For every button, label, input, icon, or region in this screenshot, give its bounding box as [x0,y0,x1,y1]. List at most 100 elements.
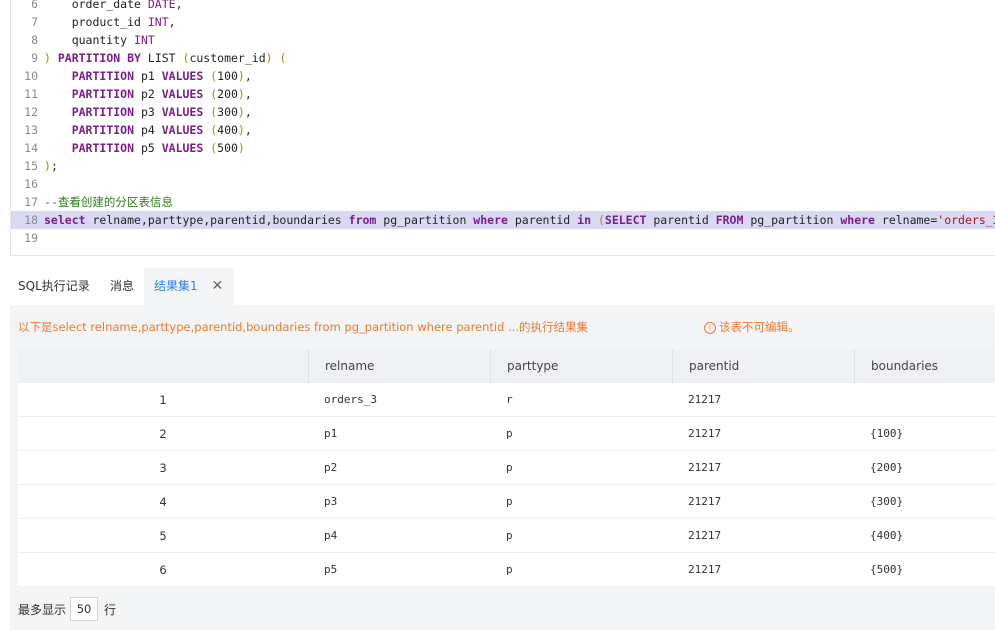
code-token: ) [44,51,51,65]
header-row-number[interactable] [18,349,324,383]
cell-parttype[interactable]: p [490,417,672,450]
cell-boundaries[interactable]: {200} [854,451,995,484]
code-line[interactable]: 18 select relname,parttype,parentid,bound… [11,211,995,229]
header-relname[interactable]: relname [308,349,491,383]
close-icon[interactable]: ✕ [211,278,223,294]
cell-row-number[interactable]: 5 [18,519,308,552]
code-token: 400 [217,123,238,137]
line-number: 7 [31,15,38,29]
cell-row-number[interactable]: 2 [18,417,308,450]
code-token: relname= [874,213,938,227]
table-row[interactable]: 5 p4 p 21217 {400} [18,519,995,553]
cell-relname[interactable]: p2 [308,451,490,484]
code-token: FROM [715,213,744,227]
code-line[interactable]: 11 PARTITION p2 VALUES (200), [11,85,995,103]
code-token: --查看创建的分区表信息 [44,195,173,209]
code-token: p1 [134,69,162,83]
code-token: PARTITION [71,141,135,155]
cell-row-number[interactable]: 3 [18,451,308,484]
line-number: 15 [24,159,38,173]
code-line[interactable]: 7 product_id INT, [11,13,995,31]
header-parttype[interactable]: parttype [490,349,673,383]
line-number: 11 [24,87,38,101]
cell-parttype[interactable]: p [490,553,672,586]
cell-relname[interactable]: orders_3 [308,383,490,416]
result-panel: 以下是select relname,parttype,parentid,boun… [10,305,995,630]
tab-sql-log[interactable]: SQL执行记录 [10,268,98,305]
line-number: 17 [24,195,38,209]
cell-relname[interactable]: p1 [308,417,490,450]
table-row[interactable]: 4 p3 p 21217 {300} [18,485,995,519]
cell-row-number[interactable]: 1 [18,383,308,416]
code-token: ) [237,87,245,101]
code-token: where [473,213,508,227]
cell-parttype[interactable]: p [490,485,672,518]
table-row[interactable]: 2 p1 p 21217 {100} [18,417,995,451]
header-boundaries[interactable]: boundaries [854,349,995,383]
sql-editor[interactable]: 6 order_date DATE, 7 product_id INT, 8 qua… [10,0,995,256]
result-grid: relname parttype parentid boundaries 1 or… [18,349,995,587]
cell-boundaries[interactable]: {100} [854,417,995,450]
code-line[interactable]: 17 --查看创建的分区表信息 [11,193,995,211]
cell-relname[interactable]: p5 [308,553,490,586]
cell-boundaries[interactable]: {500} [854,553,995,586]
code-token: ( [597,213,605,227]
max-rows-label: 最多显示 [18,602,67,617]
cell-boundaries[interactable]: {300} [854,485,995,518]
code-token: , [244,69,252,83]
table-row[interactable]: 1 orders_3 r 21217 [18,383,995,417]
cell-parttype[interactable]: p [490,451,672,484]
header-parentid[interactable]: parentid [672,349,855,383]
line-number: 18 [24,213,38,227]
code-token: pg_partition [743,213,841,227]
code-token: LIST [140,51,183,65]
grid-body: 1 orders_3 r 21217 2 p1 p 21217 {100} 3 p2 p 21217 {2… [18,383,995,587]
code-line[interactable]: 8 quantity INT [11,31,995,49]
code-line[interactable]: 13 PARTITION p4 VALUES (400), [11,121,995,139]
cell-parentid[interactable]: 21217 [672,485,854,518]
code-token: ) [265,51,273,65]
cell-relname[interactable]: p4 [308,519,490,552]
cell-boundaries[interactable] [854,383,995,416]
code-line[interactable]: 10 PARTITION p1 VALUES (100), [11,67,995,85]
tab-result-set-1-label: 结果集1 [154,279,198,293]
code-token: select [44,213,86,227]
tab-result-set-1[interactable]: 结果集1 ✕ [144,268,234,305]
code-line[interactable]: 14 PARTITION p5 VALUES (500) [11,139,995,157]
code-line[interactable]: 9) PARTITION BY LIST (customer_id) ( [11,49,995,67]
line-number: 8 [31,33,38,47]
code-token: order_date [44,0,148,11]
code-token: VALUES [161,141,204,155]
cell-boundaries[interactable]: {400} [854,519,995,552]
cell-parttype[interactable]: r [490,383,672,416]
cell-parentid[interactable]: 21217 [672,553,854,586]
cell-parentid[interactable]: 21217 [672,451,854,484]
cell-row-number[interactable]: 6 [18,553,308,586]
code-token: ) [237,141,245,155]
cell-row-number[interactable]: 4 [18,485,308,518]
cell-parentid[interactable]: 21217 [672,417,854,450]
code-token: DATE [147,0,176,11]
code-token: VALUES [161,123,204,137]
code-line[interactable]: 16 [11,175,995,193]
cell-parentid[interactable]: 21217 [672,519,854,552]
cell-relname[interactable]: p3 [308,485,490,518]
table-row[interactable]: 6 p5 p 21217 {500} [18,553,995,587]
code-line[interactable]: 12 PARTITION p3 VALUES (300), [11,103,995,121]
pagination-footer: 最多显示 50 行 [18,597,116,621]
max-rows-input[interactable]: 50 [70,597,99,621]
result-tabs: SQL执行记录 消息 结果集1 ✕ [10,268,995,305]
table-row[interactable]: 3 p2 p 21217 {200} [18,451,995,485]
code-token: ) [44,159,51,173]
cell-parentid[interactable]: 21217 [672,383,854,416]
code-line[interactable]: 19 [11,229,995,247]
code-line[interactable]: 6 order_date DATE, [11,0,995,13]
cell-parttype[interactable]: p [490,519,672,552]
tab-messages-label: 消息 [110,279,135,293]
code-line[interactable]: 15); [11,157,995,175]
tab-messages[interactable]: 消息 [102,268,142,305]
tab-sql-log-label: SQL执行记录 [18,279,90,293]
